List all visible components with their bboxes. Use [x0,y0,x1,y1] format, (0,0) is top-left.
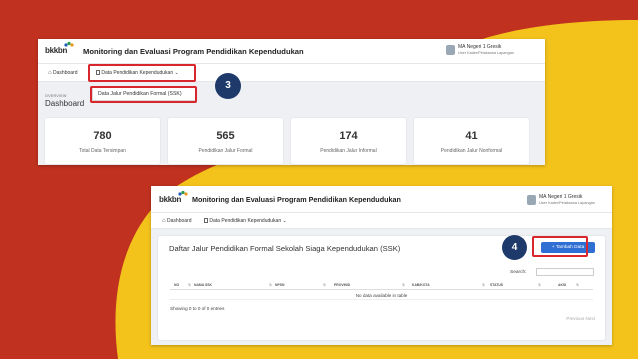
search-label: Search: [510,270,527,275]
empty-table-message: No data available in table [170,291,593,300]
stat-value: 41 [465,130,478,142]
column-header[interactable]: PROVINSI ⇅ [334,283,405,287]
highlight-nav-data [88,64,196,82]
column-header[interactable]: KAB/KOTA ⇅ [412,283,485,287]
nav-dashboard[interactable]: ⌂ Dashboard [48,70,77,76]
user-role: User Kader/Pelaksana Lapangan [539,201,595,205]
stat-card-total: 780 Total Data Tersimpan [45,118,160,164]
sort-icon: ⇅ [576,283,579,287]
bkkbn-logo[interactable]: bkkbn [45,41,74,55]
column-header[interactable]: NPSN ⇅ [275,283,326,287]
home-icon: ⌂ [162,218,166,224]
panel-title: Daftar Jalur Pendidikan Formal Sekolah S… [169,244,401,253]
sort-icon: ⇅ [269,283,272,287]
overview-label: OVERVIEW [45,94,67,98]
user-name: MA Negeri 1 Gresik [539,194,583,200]
highlight-dropdown-item [90,86,197,103]
nav-dashboard[interactable]: ⌂ Dashboard [162,218,191,224]
data-list-window: bkkbn Monitoring dan Evaluasi Program Pe… [151,186,612,345]
nav-data-pendidikan[interactable]: Data Pendidikan Kependudukan ⌄ [204,218,287,224]
table-header: NO ⇅ NAMA SSK ⇅ NPSN ⇅ PROVINSI ⇅ KAB/KOTA ⇅ … [170,281,593,290]
sort-icon: ⇅ [538,283,541,287]
column-header[interactable]: NAMA SSK ⇅ [194,283,272,287]
sort-icon: ⇅ [188,283,191,287]
stat-label: Total Data Tersimpan [79,148,126,154]
stat-card-formal: 565 Pendidikan Jalur Formal [168,118,283,164]
pagination[interactable]: Previous Next [566,316,595,321]
step-badge-4: 4 [502,235,527,260]
stat-value: 174 [339,130,358,142]
search-input[interactable] [536,268,594,276]
bkkbn-logo[interactable]: bkkbn [159,190,188,204]
user-role: User Kader/Pelaksana Lapangan [458,51,514,55]
chevron-down-icon: ⌄ [282,218,287,224]
home-icon: ⌂ [48,70,52,76]
document-icon [204,218,208,224]
column-header[interactable]: NO ⇅ [174,283,191,287]
nav-bar: ⌂ Dashboard Data Pendidikan Kependudukan… [151,212,612,229]
stat-card-nonformal: 41 Pendidikan Jalur Nonformal [414,118,529,164]
app-title: Monitoring dan Evaluasi Program Pendidik… [83,47,304,56]
stat-card-informal: 174 Pendidikan Jalur Informal [291,118,406,164]
app-title: Monitoring dan Evaluasi Program Pendidik… [192,195,401,204]
stat-value: 565 [216,130,235,142]
header-bar: bkkbn Monitoring dan Evaluasi Program Pe… [38,39,545,63]
avatar [446,45,455,55]
column-header[interactable]: STATUS ⇅ [490,283,541,287]
header-bar: bkkbn Monitoring dan Evaluasi Program Pe… [151,186,612,212]
user-name: MA Negeri 1 Gresik [458,44,502,50]
dashboard-window: bkkbn Monitoring dan Evaluasi Program Pe… [38,39,545,165]
highlight-add-button [532,236,588,257]
sort-icon: ⇅ [402,283,405,287]
logo-mark-icon [64,41,74,47]
stat-value: 780 [93,130,112,142]
logo-mark-icon [178,190,188,196]
step-badge-3: 3 [215,73,241,99]
stat-label: Pendidikan Jalur Informal [320,148,377,154]
avatar [527,195,536,205]
column-header[interactable]: AKSI ⇅ [558,283,579,287]
stat-label: Pendidikan Jalur Formal [198,148,253,154]
sort-icon: ⇅ [323,283,326,287]
stat-label: Pendidikan Jalur Nonformal [440,148,503,154]
sort-icon: ⇅ [482,283,485,287]
table-info: Showing 0 to 0 of 0 entries [170,306,225,311]
page-title: Dashboard [45,99,85,108]
